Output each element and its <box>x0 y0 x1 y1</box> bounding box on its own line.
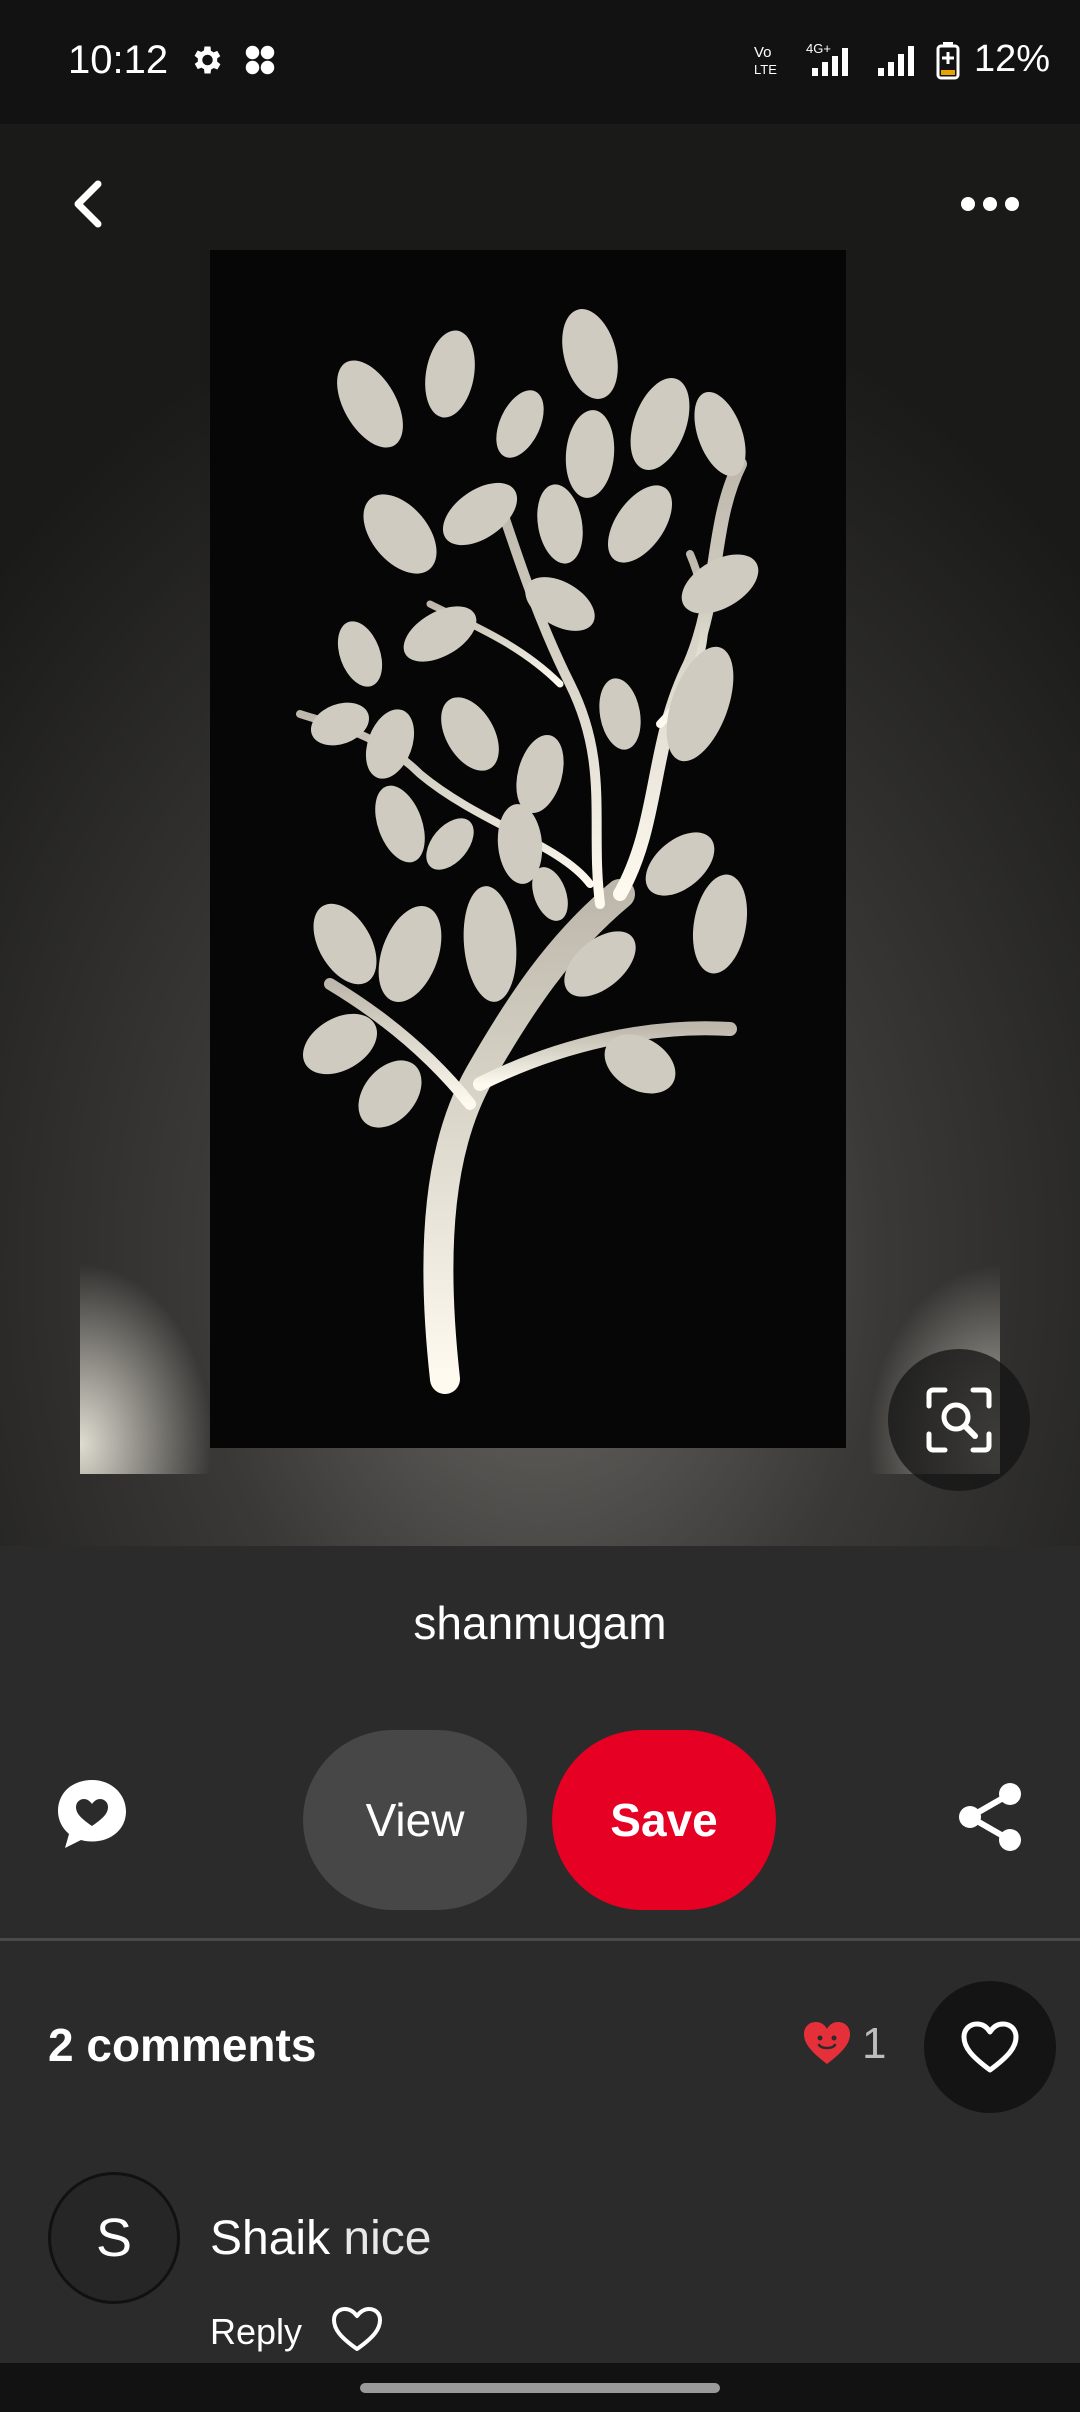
visual-search-icon <box>926 1387 992 1453</box>
battery-percent: 12% <box>973 38 1050 80</box>
more-options-icon[interactable] <box>958 184 1022 224</box>
comments-section: 2 comments 1 S Shaik nice Reply <box>0 1941 1080 2363</box>
comment-username[interactable]: Shaik <box>210 2212 330 2265</box>
comment-heart-icon[interactable] <box>330 2305 384 2353</box>
status-time: 10:12 <box>68 38 169 82</box>
reaction-heart-icon <box>804 2022 850 2064</box>
like-button[interactable] <box>924 1981 1056 2113</box>
home-indicator[interactable] <box>360 2383 720 2393</box>
pin-details: shanmugam View Save <box>0 1546 1080 1938</box>
navigation-bar <box>0 2363 1080 2412</box>
reaction-count: 1 <box>862 2019 887 2068</box>
4g-signal-icon: 4G+ <box>806 41 848 76</box>
share-icon[interactable] <box>958 1782 1024 1852</box>
comments-title[interactable]: 2 comments <box>48 2018 316 2072</box>
status-bar: 10:12 Vo LTE 4G+ 12% <box>0 0 1080 124</box>
pin-image[interactable] <box>0 124 1080 1546</box>
avatar[interactable]: S <box>48 2172 180 2304</box>
battery-icon <box>936 41 960 79</box>
svg-text:4G+: 4G+ <box>806 41 831 56</box>
volte-icon: Vo LTE <box>754 44 777 77</box>
heart-outline-icon <box>961 2021 1019 2073</box>
action-bar: View Save <box>0 1730 1080 1910</box>
save-button[interactable]: Save <box>552 1730 776 1910</box>
reply-button[interactable]: Reply <box>210 2311 302 2353</box>
view-button[interactable]: View <box>303 1730 527 1910</box>
comment-text: nice <box>343 2212 432 2265</box>
signal-icon <box>877 45 914 76</box>
tree-wall-art-image <box>0 124 1080 1546</box>
settings-icon <box>194 46 221 74</box>
svg-text:Vo: Vo <box>754 44 772 61</box>
app-icon <box>245 45 275 75</box>
back-arrow-icon[interactable] <box>58 172 122 236</box>
author-name[interactable]: shanmugam <box>0 1596 1080 1650</box>
svg-text:LTE: LTE <box>754 62 777 77</box>
reaction-heart-bubble-icon[interactable] <box>54 1776 130 1852</box>
comment-body: Shaik nice <box>210 2211 431 2266</box>
visual-search-button[interactable] <box>888 1349 1030 1491</box>
